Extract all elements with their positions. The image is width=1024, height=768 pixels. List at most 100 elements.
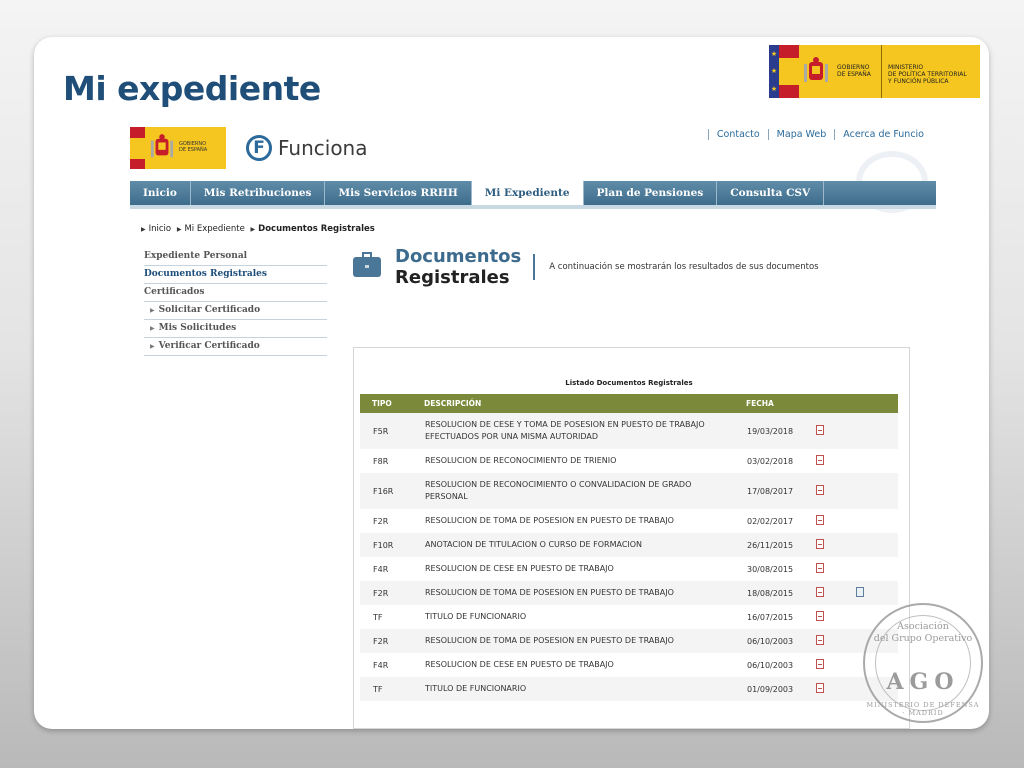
pdf-download-icon[interactable] bbox=[816, 683, 824, 693]
cell-descripcion: RESOLUCION DE RECONOCIMIENTO O CONVALIDA… bbox=[425, 480, 692, 501]
table-row: F10R ANOTACION DE TITULACION O CURSO DE F… bbox=[360, 533, 898, 557]
pdf-download-icon[interactable] bbox=[816, 485, 824, 495]
table-row: F5R RESOLUCION DE CESE Y TOMA DE POSESION… bbox=[360, 413, 898, 449]
cell-descripcion: RESOLUCION DE TOMA DE POSESION EN PUESTO… bbox=[425, 588, 674, 597]
cell-tipo: TF bbox=[373, 684, 383, 694]
cell-descripcion: RESOLUCION DE CESE Y TOMA DE POSESION EN… bbox=[425, 420, 705, 441]
nav-consulta-csv[interactable]: Consulta CSV bbox=[717, 181, 825, 205]
coat-of-arms-icon bbox=[145, 127, 179, 169]
sidebar-item-solicitar-certificado[interactable]: ▶ Solicitar Certificado bbox=[144, 302, 327, 320]
spain-flag-icon bbox=[130, 127, 145, 169]
table-row: TF TITULO DE FUNCIONARIO 01/09/2003 bbox=[360, 677, 898, 701]
cell-tipo: TF bbox=[373, 612, 383, 622]
main-nav: Inicio Mis Retribuciones Mis Servicios R… bbox=[130, 181, 936, 209]
sidebar-item-mis-solicitudes[interactable]: ▶ Mis Solicitudes bbox=[144, 320, 327, 338]
nav-mis-retribuciones[interactable]: Mis Retribuciones bbox=[191, 181, 326, 205]
table-body: F5R RESOLUCION DE CESE Y TOMA DE POSESION… bbox=[360, 413, 898, 701]
pdf-download-icon[interactable] bbox=[816, 611, 824, 621]
cell-descripcion: RESOLUCION DE TOMA DE POSESION EN PUESTO… bbox=[425, 636, 674, 645]
breadcrumb-mi-expediente[interactable]: Mi Expediente bbox=[184, 224, 244, 234]
cell-tipo: F4R bbox=[373, 660, 389, 670]
pdf-download-icon[interactable] bbox=[816, 563, 824, 573]
funciona-logo-icon: F bbox=[246, 135, 272, 161]
spain-flag-icon bbox=[779, 45, 799, 98]
cell-descripcion: RESOLUCION DE TOMA DE POSESION EN PUESTO… bbox=[425, 516, 674, 525]
sidebar-item-verificar-certificado[interactable]: ▶ Verificar Certificado bbox=[144, 338, 327, 356]
section-title-line2: Registrales bbox=[395, 267, 510, 288]
breadcrumb-current: Documentos Registrales bbox=[258, 224, 375, 234]
cell-descripcion: ANOTACION DE TITULACION O CURSO DE FORMA… bbox=[425, 540, 643, 549]
column-header-fecha: FECHA bbox=[746, 399, 774, 408]
nav-mis-servicios-rrhh[interactable]: Mis Servicios RRHH bbox=[325, 181, 472, 205]
cell-tipo: F2R bbox=[373, 516, 389, 526]
ago-seal: Asociación del Grupo Operativo AGO MINIS… bbox=[863, 603, 983, 723]
breadcrumb-inicio[interactable]: Inicio bbox=[149, 224, 172, 234]
ministry-line3: Y FUNCIÓN PÚBLICA bbox=[888, 78, 949, 85]
link-mapa-web[interactable]: Mapa Web bbox=[767, 129, 835, 140]
cell-tipo: F4R bbox=[373, 564, 389, 574]
documents-panel: Listado Documentos Registrales TIPO DESC… bbox=[353, 347, 910, 729]
link-contacto[interactable]: Contacto bbox=[707, 129, 768, 140]
sidebar-subitem-label: Verificar Certificado bbox=[158, 341, 260, 351]
table-row: F4R RESOLUCION DE CESE EN PUESTO DE TRABA… bbox=[360, 653, 898, 677]
breadcrumb-arrow-icon: ▶ bbox=[141, 226, 146, 233]
nav-mi-expediente[interactable]: Mi Expediente bbox=[471, 181, 584, 205]
ministry-banner: ★ ★ ★ GOBIERNO DE ESPAÑA MINISTERIO DE POL… bbox=[769, 45, 980, 98]
table-row: F2R RESOLUCION DE TOMA DE POSESION EN PUE… bbox=[360, 509, 898, 533]
ministry-line2: DE POLÍTICA TERRITORIAL bbox=[888, 71, 967, 78]
column-header-descripcion: DESCRIPCIÓN bbox=[424, 398, 482, 408]
cell-fecha: 03/02/2018 bbox=[747, 456, 794, 466]
table-header: TIPO DESCRIPCIÓN FECHA bbox=[360, 394, 898, 413]
breadcrumb-arrow-icon: ▶ bbox=[250, 226, 256, 233]
documents-table: TIPO DESCRIPCIÓN FECHA F5R RESOLUCION DE … bbox=[360, 394, 898, 701]
ministry-text: MINISTERIO DE POLÍTICA TERRITORIAL Y FUN… bbox=[882, 45, 967, 98]
gobierno-logo[interactable]: GOBIERNO DE ESPAÑA bbox=[130, 127, 226, 169]
funciona-logo-text: Funciona bbox=[278, 136, 368, 160]
breadcrumb: ▶ Inicio ▶ Mi Expediente ▶ Documentos Regis… bbox=[138, 224, 375, 234]
section-title-line1: Documentos bbox=[395, 246, 522, 267]
cell-fecha: 18/08/2015 bbox=[747, 588, 794, 598]
pdf-download-icon[interactable] bbox=[816, 515, 824, 525]
slide-title: Mi expediente bbox=[63, 69, 321, 108]
coat-of-arms-icon bbox=[799, 45, 833, 98]
eu-flag-icon: ★ ★ ★ bbox=[769, 45, 779, 98]
pdf-download-icon[interactable] bbox=[816, 635, 824, 645]
section-header: Documentos Registrales A continuación se… bbox=[353, 246, 819, 288]
gobierno-text: GOBIERNO DE ESPAÑA bbox=[833, 45, 882, 98]
sidebar-item-documentos-registrales[interactable]: Documentos Registrales bbox=[144, 266, 327, 284]
table-row: TF TITULO DE FUNCIONARIO 16/07/2015 bbox=[360, 605, 898, 629]
ministry-line1: MINISTERIO bbox=[888, 64, 924, 71]
funciona-logo[interactable]: F Funciona bbox=[246, 135, 367, 161]
table-row: F4R RESOLUCION DE CESE EN PUESTO DE TRABA… bbox=[360, 557, 898, 581]
sidebar-subitem-label: Solicitar Certificado bbox=[158, 305, 261, 315]
table-row: F8R RESOLUCION DE RECONOCIMIENTO DE TRIEN… bbox=[360, 449, 898, 473]
pdf-download-icon[interactable] bbox=[816, 455, 824, 465]
pdf-download-icon[interactable] bbox=[816, 539, 824, 549]
cell-descripcion: TITULO DE FUNCIONARIO bbox=[425, 612, 527, 621]
cell-fecha: 26/11/2015 bbox=[747, 540, 794, 550]
seal-ring-text: MINISTERIO DE DEFENSA · MADRID bbox=[866, 701, 980, 717]
cell-tipo: F2R bbox=[373, 588, 389, 598]
nav-inicio[interactable]: Inicio bbox=[130, 181, 191, 205]
seal-line1: Asociación bbox=[897, 621, 949, 632]
sidebar-item-expediente-personal[interactable]: Expediente Personal bbox=[144, 248, 327, 266]
nav-plan-de-pensiones[interactable]: Plan de Pensiones bbox=[584, 181, 718, 205]
pdf-download-icon[interactable] bbox=[816, 659, 824, 669]
cell-fecha: 19/03/2018 bbox=[747, 426, 794, 436]
document-view-icon[interactable] bbox=[856, 587, 864, 597]
cell-fecha: 17/08/2017 bbox=[747, 486, 794, 496]
table-row: F2R RESOLUCION DE TOMA DE POSESION EN PUE… bbox=[360, 629, 898, 653]
section-title: Documentos Registrales bbox=[395, 246, 521, 288]
section-description: A continuación se mostrarán los resultad… bbox=[549, 262, 819, 272]
pdf-download-icon[interactable] bbox=[816, 425, 824, 435]
sidebar-item-certificados[interactable]: Certificados bbox=[144, 284, 327, 302]
gobierno-line2: DE ESPAÑA bbox=[837, 71, 871, 78]
sidebar-subitem-label: Mis Solicitudes bbox=[158, 323, 237, 333]
pdf-download-icon[interactable] bbox=[816, 587, 824, 597]
list-title: Listado Documentos Registrales bbox=[565, 379, 693, 387]
link-acerca-de[interactable]: Acerca de Funcio bbox=[834, 129, 932, 140]
triangle-icon: ▶ bbox=[150, 307, 155, 314]
table-row: F16R RESOLUCION DE RECONOCIMIENTO O CONVA… bbox=[360, 473, 898, 509]
cell-fecha: 01/09/2003 bbox=[747, 684, 794, 694]
cell-fecha: 02/02/2017 bbox=[747, 516, 794, 526]
